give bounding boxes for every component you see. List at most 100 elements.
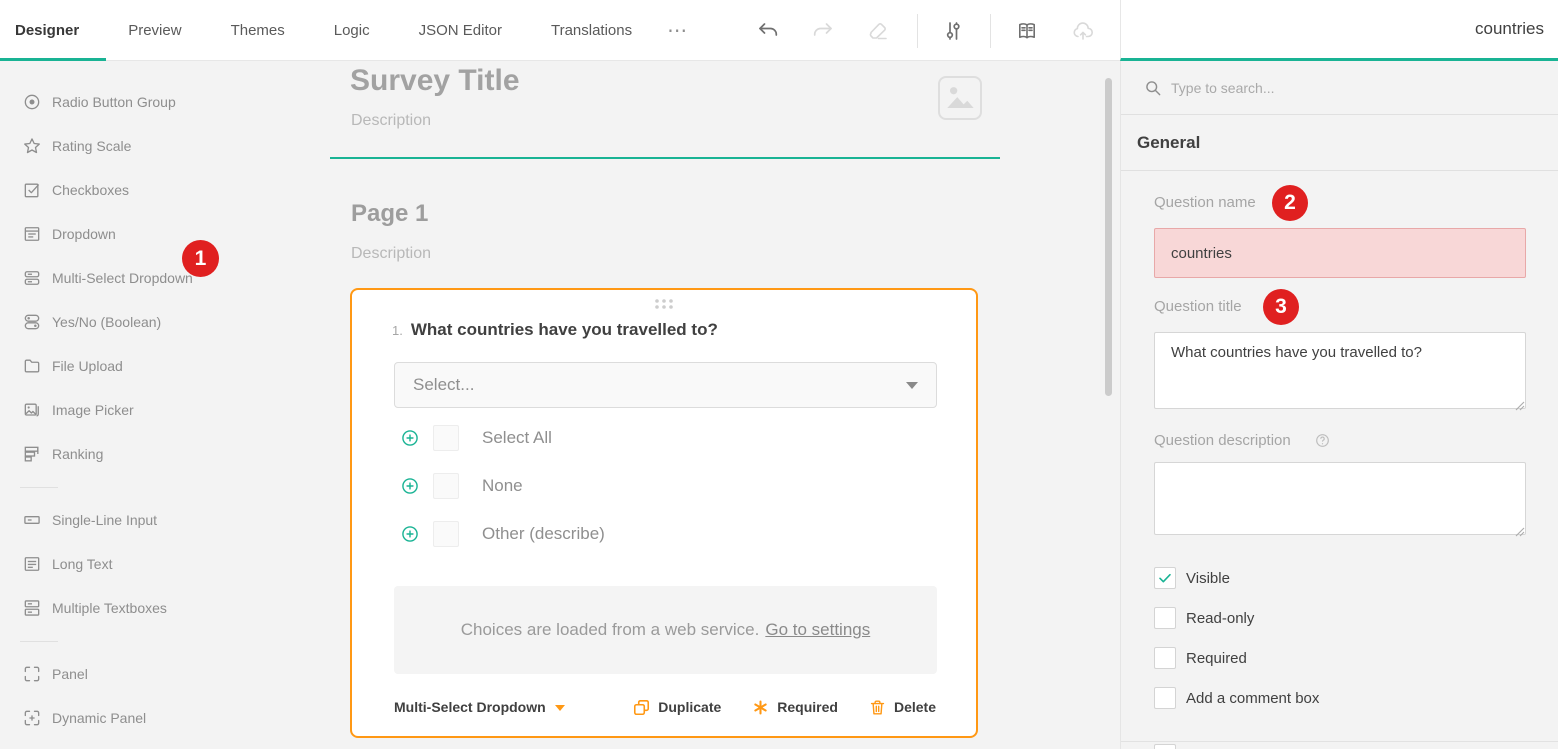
eraser-icon	[866, 19, 890, 43]
trash-icon	[868, 698, 887, 717]
question-title-field[interactable]: What countries have you travelled to?	[1154, 332, 1526, 409]
choice-checkbox[interactable]	[433, 521, 459, 547]
question-footer: Multi-Select Dropdown Duplicate Required…	[394, 692, 936, 722]
canvas-scrollbar[interactable]	[1105, 78, 1112, 396]
image-picker-icon	[22, 400, 42, 420]
asterisk-icon	[751, 698, 770, 717]
duplicate-button[interactable]: Duplicate	[632, 698, 721, 717]
survey-creator-app: Designer Preview Themes Logic JSON Edito…	[0, 0, 1558, 749]
toolbox-item-label: Rating Scale	[52, 138, 131, 154]
preview-book-icon[interactable]	[1015, 19, 1039, 43]
choice-label[interactable]: Select All	[482, 428, 552, 448]
step-badge-1: 1	[182, 240, 219, 277]
add-choice-icon[interactable]	[400, 428, 420, 448]
question-title[interactable]: What countries have you travelled to?	[411, 320, 718, 340]
checkbox-box[interactable]	[1154, 744, 1176, 749]
panel-brackets-icon	[22, 664, 42, 684]
question-description-field[interactable]	[1154, 462, 1526, 535]
toolbox-item-label: Multiple Textboxes	[52, 600, 167, 616]
help-icon[interactable]	[1314, 432, 1331, 449]
question-name-label: Question name	[1154, 194, 1256, 211]
toolbox-item-multi-select-dropdown[interactable]: Multi-Select Dropdown	[0, 256, 330, 300]
tab-logic[interactable]: Logic	[334, 22, 370, 39]
selected-question-name: countries	[1475, 0, 1544, 58]
property-search-row	[1121, 61, 1558, 115]
toolbox-item-long-text[interactable]: Long Text	[0, 542, 330, 586]
toolbox-group-divider	[0, 630, 330, 652]
survey-logo-placeholder[interactable]	[938, 76, 982, 120]
folder-icon	[22, 356, 42, 376]
go-to-settings-link[interactable]: Go to settings	[765, 620, 870, 640]
question-type-label: Multi-Select Dropdown	[394, 699, 546, 715]
checkbox-label: Read-only	[1186, 610, 1254, 627]
step-badge-3: 3	[1263, 289, 1299, 325]
checkmark-icon	[1157, 570, 1173, 586]
toolbox-item-dynamic-panel[interactable]: Dynamic Panel	[0, 696, 330, 740]
toolbox-item-dropdown[interactable]: Dropdown	[0, 212, 330, 256]
question-name-field[interactable]	[1154, 228, 1526, 278]
settings-sliders-icon[interactable]	[941, 19, 965, 43]
toolbox-item-label: Panel	[52, 666, 88, 682]
search-input[interactable]	[1171, 61, 1541, 114]
undo-icon[interactable]	[756, 19, 780, 43]
toolbox-item-label: Checkboxes	[52, 182, 129, 198]
delete-button[interactable]: Delete	[868, 698, 936, 717]
toolbox-item-rating-scale[interactable]: Rating Scale	[0, 124, 330, 168]
question-select-dropdown[interactable]: Select...	[394, 362, 937, 408]
choice-row-select-all: Select All	[400, 423, 552, 453]
checkbox-box[interactable]	[1154, 607, 1176, 629]
toolbox-item-panel[interactable]: Panel	[0, 652, 330, 696]
survey-description[interactable]: Description	[351, 112, 431, 130]
toolbox-item-image-picker[interactable]: Image Picker	[0, 388, 330, 432]
section-general[interactable]: General	[1121, 115, 1558, 171]
star-icon	[22, 136, 42, 156]
toolbox-item-single-line-input[interactable]: Single-Line Input	[0, 498, 330, 542]
select-placeholder: Select...	[413, 375, 474, 395]
choice-row-none: None	[400, 471, 523, 501]
radio-button-group-icon	[22, 92, 42, 112]
image-placeholder-icon	[940, 78, 980, 118]
page-description[interactable]: Description	[351, 245, 431, 263]
choice-checkbox[interactable]	[433, 473, 459, 499]
toolbox-item-multiple-textboxes[interactable]: Multiple Textboxes	[0, 586, 330, 630]
duplicate-icon	[632, 698, 651, 717]
checkbox-partial[interactable]	[1154, 744, 1176, 749]
choice-checkbox[interactable]	[433, 425, 459, 451]
required-label: Required	[777, 699, 838, 715]
toolbox-item-ranking[interactable]: Ranking	[0, 432, 330, 476]
add-choice-icon[interactable]	[400, 476, 420, 496]
toolbox-item-file-upload[interactable]: File Upload	[0, 344, 330, 388]
checkbox-box[interactable]	[1154, 647, 1176, 669]
checkbox-required[interactable]: Required	[1154, 647, 1247, 669]
checkbox-add-comment-box[interactable]: Add a comment box	[1154, 687, 1319, 709]
tab-translations[interactable]: Translations	[551, 22, 632, 39]
add-choice-icon[interactable]	[400, 524, 420, 544]
toolbox-item-radio-button-group[interactable]: Radio Button Group	[0, 80, 330, 124]
toolbox-item-checkboxes[interactable]: Checkboxes	[0, 168, 330, 212]
drag-handle-icon[interactable]	[651, 297, 677, 311]
survey-title[interactable]: Survey Title	[350, 64, 520, 98]
more-tabs-icon[interactable]: ⋯	[667, 18, 689, 43]
choice-label[interactable]: Other (describe)	[482, 524, 605, 544]
toolbox-item-boolean[interactable]: Yes/No (Boolean)	[0, 300, 330, 344]
toolbox-item-label: Yes/No (Boolean)	[52, 314, 161, 330]
checkbox-box[interactable]	[1154, 687, 1176, 709]
required-button[interactable]: Required	[751, 698, 838, 717]
dynamic-panel-icon	[22, 708, 42, 728]
checkbox-icon	[22, 180, 42, 200]
choice-label[interactable]: None	[482, 476, 523, 496]
page-title[interactable]: Page 1	[351, 200, 428, 228]
checkbox-box[interactable]	[1154, 567, 1176, 589]
property-divider	[1121, 741, 1558, 742]
tab-json-editor[interactable]: JSON Editor	[419, 22, 502, 39]
checkbox-visible[interactable]: Visible	[1154, 567, 1230, 589]
tab-preview[interactable]: Preview	[128, 22, 181, 39]
toolbox-item-label: Single-Line Input	[52, 512, 157, 528]
tab-designer[interactable]: Designer	[15, 22, 79, 39]
tab-themes[interactable]: Themes	[231, 22, 285, 39]
question-card[interactable]: 1. What countries have you travelled to?…	[350, 288, 978, 738]
toolbar-divider	[917, 14, 918, 48]
delete-label: Delete	[894, 699, 936, 715]
question-type-selector[interactable]: Multi-Select Dropdown	[394, 699, 565, 715]
checkbox-read-only[interactable]: Read-only	[1154, 607, 1254, 629]
